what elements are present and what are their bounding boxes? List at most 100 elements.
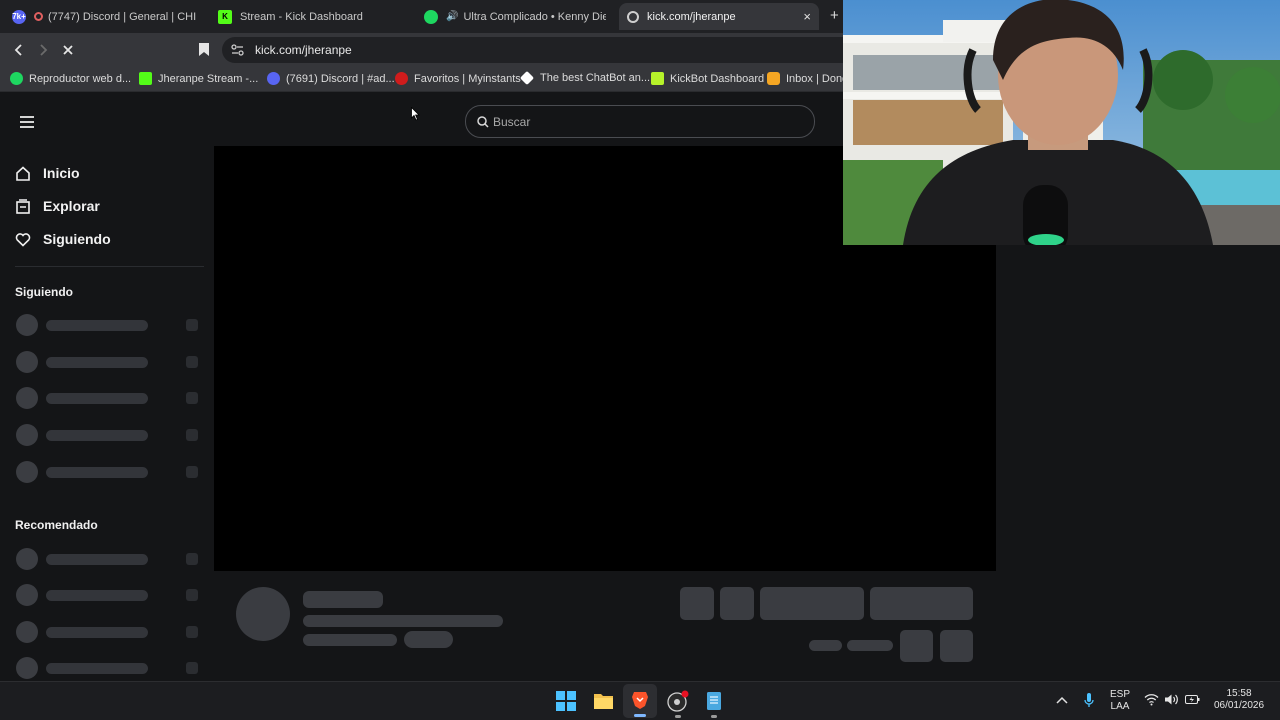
spotify-icon	[424, 9, 438, 24]
section-recommended-title: Recomendado	[15, 518, 98, 532]
bookmark-label: (7691) Discord | #ad...	[286, 72, 395, 85]
forward-icon[interactable]	[36, 43, 50, 57]
microphone-icon[interactable]	[1083, 692, 1095, 708]
skeleton-channel-row	[16, 314, 200, 336]
bookmark-item[interactable]: Reproductor web d...	[10, 72, 131, 85]
wifi-icon[interactable]	[1144, 693, 1159, 706]
bookmark-item[interactable]: Jheranpe Stream -...	[139, 72, 258, 85]
spotify-icon	[10, 72, 23, 85]
skeleton-tag	[404, 631, 453, 648]
bookmark-icon[interactable]	[198, 42, 210, 57]
windows-start-icon[interactable]	[556, 691, 576, 711]
tab-kick-jheranpe[interactable]: kick.com/jheranpe ×	[619, 3, 819, 30]
skeleton-button	[900, 630, 933, 662]
address-bar[interactable]: kick.com/jheranpe	[222, 37, 843, 63]
discord-icon: 7k+	[12, 9, 26, 24]
bookmark-item[interactable]: The best ChatBot an...	[519, 70, 651, 86]
explore-icon	[16, 198, 30, 214]
skeleton-subscribe-button	[870, 587, 973, 620]
skeleton-channel-row	[16, 351, 200, 373]
skeleton-avatar	[236, 587, 290, 641]
skeleton-channel-row	[16, 621, 200, 643]
tab-title: Stream - Kick Dashboard	[240, 10, 363, 23]
myinstants-icon	[395, 72, 408, 85]
taskbar-brave-active[interactable]	[623, 684, 657, 718]
menu-icon[interactable]	[19, 115, 35, 129]
skeleton-channel-row	[16, 424, 200, 446]
skeleton-viewers	[809, 640, 842, 651]
tab-discord[interactable]: 7k+ (7747) Discord | General | CHIBOI	[4, 3, 204, 30]
bookmark-item[interactable]: (7691) Discord | #ad...	[267, 72, 395, 85]
skeleton-channel-row	[16, 584, 200, 606]
nav-label: Siguiendo	[43, 231, 111, 247]
close-tab-icon[interactable]: ×	[803, 9, 811, 24]
search-icon	[477, 116, 489, 128]
heart-icon	[15, 232, 31, 247]
input-language[interactable]: ESP LAA	[1108, 689, 1132, 713]
webcam-feed-image	[843, 0, 1280, 245]
search-input[interactable]: Buscar	[465, 105, 815, 138]
bookmark-label: The best ChatBot an...	[540, 72, 651, 84]
bookmark-label: Inbox | Dono	[786, 72, 849, 85]
brave-browser-icon	[632, 692, 648, 709]
skeleton-button	[720, 587, 754, 620]
sidebar-divider	[15, 266, 204, 267]
bookmark-label: Reproductor web d...	[29, 72, 132, 85]
volume-icon[interactable]	[1164, 693, 1179, 706]
windows-taskbar: ESP LAA 15:58 06/01/2026	[0, 681, 1280, 720]
recording-icon	[34, 12, 43, 21]
kickbot-icon	[651, 72, 664, 85]
skeleton-channel-row	[16, 387, 200, 409]
skeleton-channel-row	[16, 461, 200, 483]
skeleton-follow-button	[760, 587, 864, 620]
new-tab-button[interactable]: +	[830, 7, 839, 24]
show-hidden-icons-icon[interactable]	[1056, 695, 1068, 705]
skeleton-category	[303, 634, 397, 646]
skeleton-button	[940, 630, 973, 662]
nav-inicio[interactable]: Inicio	[15, 165, 80, 181]
bookmark-item[interactable]: Inbox | Dono	[767, 72, 848, 85]
skeleton-uptime	[847, 640, 893, 651]
chatbot-icon	[519, 70, 535, 86]
notepad-icon[interactable]	[706, 690, 722, 711]
obs-icon[interactable]	[667, 690, 689, 712]
inbox-icon	[767, 72, 780, 85]
bookmark-label: KickBot Dashboard	[670, 72, 765, 85]
url-text: kick.com/jheranpe	[255, 43, 352, 57]
site-settings-icon[interactable]	[231, 44, 244, 56]
nav-label: Inicio	[43, 165, 80, 181]
tab-spotify[interactable]: 🔊 Ultra Complicado • Kenny Die, Se	[416, 3, 614, 30]
kick-icon	[139, 72, 152, 85]
tab-kick-dashboard[interactable]: K Stream - Kick Dashboard	[210, 3, 410, 30]
language-code: ESP	[1109, 689, 1130, 700]
skeleton-channel-row	[16, 548, 200, 570]
bookmark-label: Favoritos | Myinstants	[414, 72, 521, 85]
skeleton-channel-name	[303, 591, 383, 608]
search-placeholder: Buscar	[493, 115, 531, 129]
browser-toolbar: kick.com/jheranpe	[0, 33, 843, 67]
nav-explorar[interactable]: Explorar	[15, 198, 100, 214]
tab-title: kick.com/jheranpe	[647, 10, 736, 23]
back-icon[interactable]	[12, 43, 26, 57]
tab-title: Ultra Complicado • Kenny Die, Se	[463, 10, 606, 23]
bookmark-item[interactable]: Favoritos | Myinstants	[395, 72, 521, 85]
speaker-icon: 🔊	[446, 11, 459, 22]
loading-icon	[627, 10, 639, 23]
kick-icon: K	[218, 9, 232, 24]
skeleton-channel-row	[16, 657, 200, 679]
clock-time: 15:58	[1226, 688, 1252, 699]
discord-icon	[267, 72, 280, 85]
skeleton-stream-title	[303, 615, 503, 627]
skeleton-button	[680, 587, 714, 620]
section-following-title: Siguiendo	[15, 285, 73, 299]
battery-charging-icon[interactable]	[1185, 694, 1200, 705]
nav-siguiendo[interactable]: Siguiendo	[15, 231, 111, 247]
home-icon	[16, 165, 30, 181]
bookmark-label: Jheranpe Stream -...	[158, 72, 259, 85]
file-explorer-icon[interactable]	[593, 691, 614, 710]
clock-date: 06/01/2026	[1213, 700, 1265, 711]
webcam-overlay	[843, 0, 1280, 245]
system-clock[interactable]: 15:58 06/01/2026	[1208, 688, 1270, 712]
stop-loading-icon[interactable]	[61, 43, 75, 57]
bookmark-item[interactable]: KickBot Dashboard	[651, 72, 764, 85]
